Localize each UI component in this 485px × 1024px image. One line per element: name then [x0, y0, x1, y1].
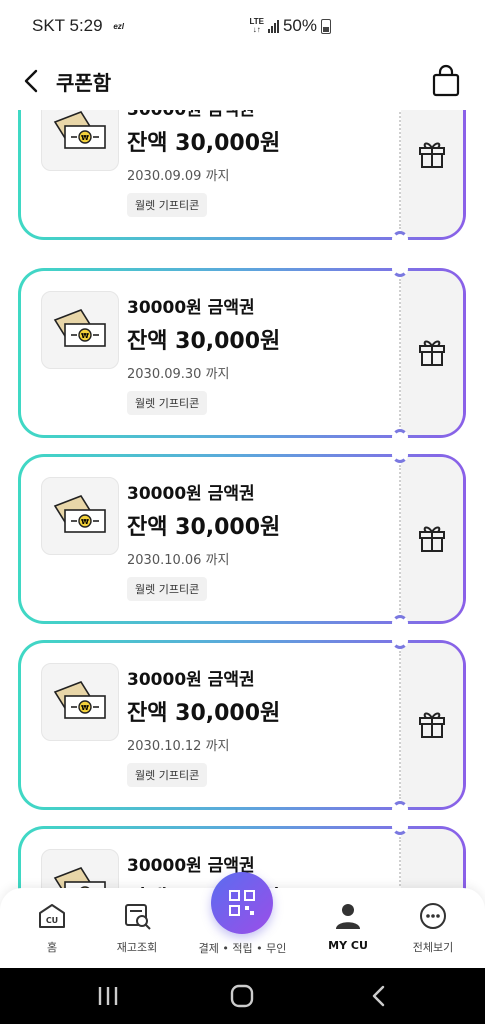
qr-pay-button[interactable] [211, 872, 273, 934]
voucher-thumbnail: ₩ [41, 663, 119, 741]
chevron-left-icon[interactable] [20, 66, 44, 96]
qr-code-icon [229, 890, 255, 916]
nav-mycu-label: MY CU [328, 939, 368, 952]
svg-text:₩: ₩ [81, 332, 89, 340]
nav-stock-label: 재고조회 [116, 941, 158, 954]
person-icon [336, 904, 360, 929]
nav-all[interactable]: 전체보기 [388, 902, 478, 955]
ezl-icon: ezl [113, 22, 124, 32]
coupon-expiry: 2030.09.30 까지 [127, 367, 230, 382]
svg-text:₩: ₩ [81, 134, 89, 142]
voucher-thumbnail: ₩ [41, 291, 119, 369]
coupon-balance: 잔액 30,000원 [127, 329, 281, 354]
coupon-title: 30000원 금액권 [127, 298, 255, 318]
coupon-expiry: 2030.09.09 까지 [127, 169, 230, 184]
coupon-card[interactable]: ₩ 30000원 금액권 잔액 30,000원 2030.10.06 까지 월렛… [18, 447, 466, 631]
system-nav-bar [0, 968, 485, 1024]
svg-text:₩: ₩ [81, 704, 89, 712]
home-icon: CU [39, 904, 65, 928]
page-title: 쿠폰함 [56, 71, 112, 95]
svg-text:CU: CU [46, 916, 58, 925]
shopping-bag-icon[interactable] [431, 64, 461, 98]
coupon-balance: 잔액 30,000원 [127, 701, 281, 726]
coupon-tag: 월렛 기프티콘 [127, 577, 208, 601]
coupon-list[interactable]: ₩ 30000원 금액권 잔액 30,000원 2030.09.09 까지 월렛… [0, 110, 485, 890]
battery-percent: 50% [282, 16, 317, 35]
gift-icon[interactable] [418, 709, 446, 739]
app-header: 쿠폰함 [0, 52, 485, 110]
status-right: LTE ↓↑ 50% [249, 16, 331, 36]
coupon-card[interactable]: ₩ 30000원 금액권 잔액 30,000원 2030.09.09 까지 월렛… [18, 110, 466, 247]
coupon-expiry: 2030.10.12 까지 [127, 739, 230, 754]
nav-pay-label[interactable]: 결제 • 적립 • 무인 [180, 940, 305, 956]
bottom-nav: CU 홈 재고조회 결제 • 적립 • 무인 MY CU 전체보기 [0, 872, 485, 968]
gift-icon[interactable] [418, 139, 446, 169]
coupon-tag: 월렛 기프티콘 [127, 193, 208, 217]
carrier: SKT [32, 16, 65, 35]
coupon-title: 30000원 금액권 [127, 484, 255, 504]
voucher-thumbnail: ₩ [41, 110, 119, 171]
nav-all-label: 전체보기 [412, 941, 454, 954]
status-bar: SKT 5:29 ezl LTE ↓↑ 50% [0, 0, 485, 52]
nav-stock[interactable]: 재고조회 [92, 902, 182, 955]
status-left: SKT 5:29 ezl [32, 16, 124, 36]
gift-icon[interactable] [418, 523, 446, 553]
coupon-card[interactable]: ₩ 30000원 금액권 잔액 30,000원 2030.10.12 까지 월렛… [18, 633, 466, 817]
signal-icon [267, 19, 279, 33]
coupon-title: 30000원 금액권 [127, 670, 255, 690]
nav-home[interactable]: CU 홈 [7, 902, 97, 955]
back-icon[interactable] [368, 984, 388, 1008]
recent-apps-icon[interactable] [96, 985, 120, 1007]
voucher-thumbnail: ₩ [41, 477, 119, 555]
more-icon [420, 903, 446, 929]
lte-icon: LTE ↓↑ [249, 17, 264, 34]
home-button-icon[interactable] [230, 984, 254, 1008]
coupon-expiry: 2030.10.06 까지 [127, 553, 230, 568]
nav-home-label: 홈 [46, 941, 58, 954]
coupon-tag: 월렛 기프티콘 [127, 391, 208, 415]
coupon-tag: 월렛 기프티콘 [127, 763, 208, 787]
coupon-card[interactable]: ₩ 30000원 금액권 잔액 30,000원 2030.09.30 까지 월렛… [18, 261, 466, 445]
coupon-title: 30000원 금액권 [127, 110, 255, 120]
nav-mycu[interactable]: MY CU [303, 902, 393, 952]
svg-text:₩: ₩ [81, 518, 89, 526]
coupon-balance: 잔액 30,000원 [127, 131, 281, 156]
gift-panel[interactable] [401, 829, 463, 890]
gift-panel[interactable] [401, 110, 463, 237]
gift-icon[interactable] [418, 337, 446, 367]
stock-search-icon [125, 904, 151, 930]
voucher-thumbnail: ₩ [41, 849, 119, 890]
coupon-balance: 잔액 30,000원 [127, 515, 281, 540]
battery-icon [321, 18, 331, 34]
clock: 5:29 [69, 16, 103, 35]
